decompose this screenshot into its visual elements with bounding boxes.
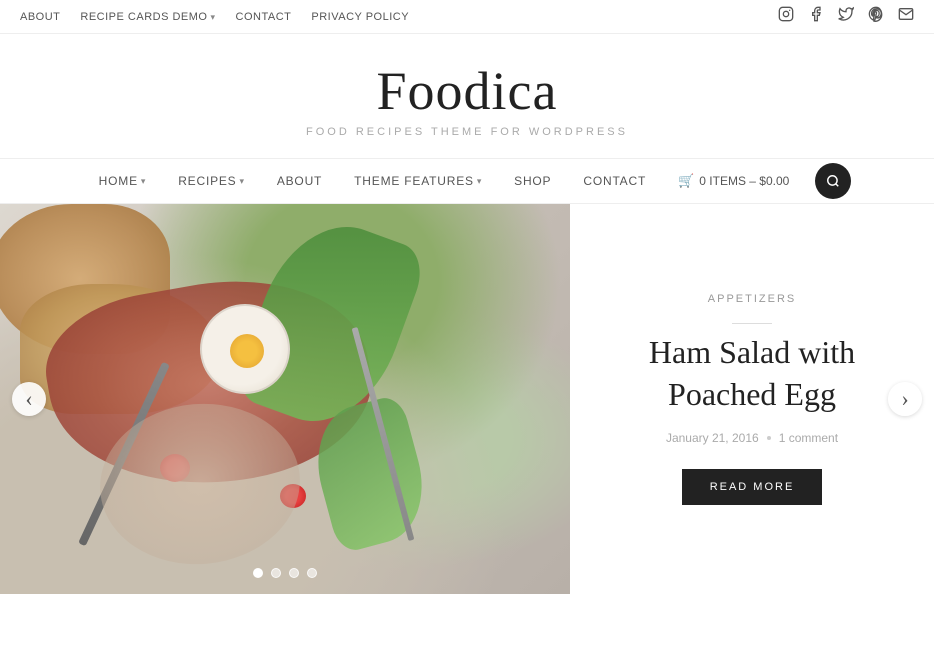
recipe-cards-dropdown-arrow: ▾ (210, 12, 215, 22)
slide-comments: 1 comment (779, 431, 838, 445)
cart-icon: 🛒 (678, 173, 694, 189)
top-nav-icons (778, 6, 914, 27)
facebook-icon[interactable] (808, 6, 824, 27)
main-nav-contact[interactable]: CONTACT (567, 158, 662, 204)
theme-features-dropdown-arrow: ▾ (477, 176, 482, 187)
slide-category: Appetizers (708, 293, 796, 305)
slider-dots (0, 568, 570, 578)
slide-meta-separator (767, 436, 771, 440)
main-nav-about[interactable]: ABOUT (261, 158, 338, 204)
slider-dot-1[interactable] (253, 568, 263, 578)
recipes-dropdown-arrow: ▾ (240, 176, 245, 187)
site-tagline: FOOD RECIPES THEME FOR WORDPRESS (20, 126, 914, 138)
main-nav-shop[interactable]: SHOP (498, 158, 567, 204)
top-nav-links: ABOUT RECIPE CARDS DEMO▾ CONTACT PRIVACY… (20, 11, 409, 23)
slider-dot-2[interactable] (271, 568, 281, 578)
cart-nav-item[interactable]: 🛒 0 ITEMS – $0.00 (662, 173, 805, 189)
slide-category-divider (732, 323, 772, 324)
read-more-button[interactable]: READ MORE (682, 469, 823, 505)
top-nav-privacy[interactable]: PRIVACY POLICY (311, 11, 409, 23)
main-nav-recipes[interactable]: RECIPES ▾ (162, 158, 261, 204)
top-nav-about[interactable]: ABOUT (20, 11, 60, 23)
search-button[interactable] (815, 163, 851, 199)
hero-slider: Appetizers Ham Salad with Poached Egg Ja… (0, 204, 934, 594)
slide-meta: January 21, 2016 1 comment (666, 431, 838, 445)
main-nav-home[interactable]: HOME ▾ (83, 158, 163, 204)
site-header: Foodica FOOD RECIPES THEME FOR WORDPRESS (0, 34, 934, 158)
main-nav: HOME ▾ RECIPES ▾ ABOUT THEME FEATURES ▾ … (0, 158, 934, 204)
main-nav-theme-features[interactable]: THEME FEATURES ▾ (338, 158, 498, 204)
slider-dot-3[interactable] (289, 568, 299, 578)
pinterest-icon[interactable] (868, 6, 884, 27)
slider-dot-4[interactable] (307, 568, 317, 578)
slider-next-button[interactable]: › (888, 382, 922, 416)
top-nav-recipe-cards[interactable]: RECIPE CARDS DEMO▾ (80, 11, 215, 23)
top-nav: ABOUT RECIPE CARDS DEMO▾ CONTACT PRIVACY… (0, 0, 934, 34)
top-nav-contact[interactable]: CONTACT (236, 11, 292, 23)
search-icon (826, 174, 840, 188)
slide-title: Ham Salad with Poached Egg (600, 332, 904, 415)
twitter-icon[interactable] (838, 6, 854, 27)
slider-prev-button[interactable]: ‹ (12, 382, 46, 416)
home-dropdown-arrow: ▾ (141, 176, 146, 187)
site-logo[interactable]: Foodica (20, 64, 914, 118)
email-icon[interactable] (898, 6, 914, 27)
slide-date: January 21, 2016 (666, 431, 759, 445)
slider-content: Appetizers Ham Salad with Poached Egg Ja… (570, 204, 934, 594)
cart-label: 0 ITEMS – $0.00 (699, 174, 789, 188)
slider-image (0, 204, 570, 594)
instagram-icon[interactable] (778, 6, 794, 27)
